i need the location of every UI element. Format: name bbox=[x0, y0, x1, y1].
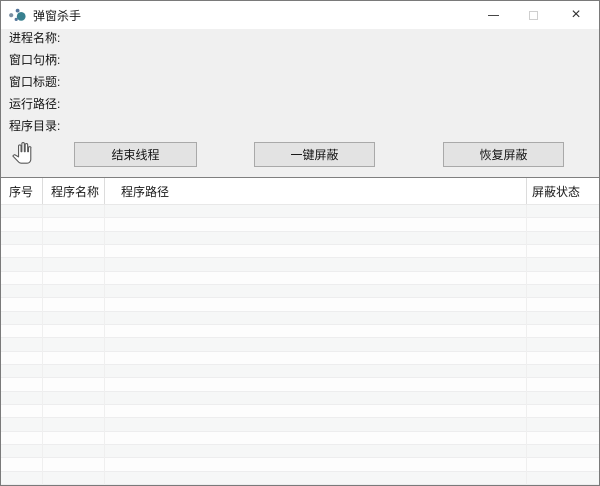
table-row bbox=[1, 458, 599, 471]
window-title: 弹窗杀手 bbox=[33, 7, 81, 24]
column-header-status[interactable]: 屏蔽状态 bbox=[527, 178, 599, 204]
end-thread-button[interactable]: 结束线程 bbox=[74, 142, 197, 167]
table-row bbox=[1, 445, 599, 458]
table-row bbox=[1, 365, 599, 378]
restore-block-button[interactable]: 恢复屏蔽 bbox=[443, 142, 564, 167]
close-icon: × bbox=[571, 7, 580, 23]
app-window: 弹窗杀手 × 进程名称: 窗口句柄: 窗口标题: 运行路径: 程序目录: 结束线… bbox=[0, 0, 600, 486]
label-run-path: 运行路径: bbox=[9, 97, 60, 112]
table-row bbox=[1, 352, 599, 365]
table-row bbox=[1, 258, 599, 271]
title-bar[interactable]: 弹窗杀手 × bbox=[1, 1, 599, 29]
table-row bbox=[1, 338, 599, 351]
table-header: 序号 程序名称 程序路径 屏蔽状态 bbox=[1, 178, 599, 205]
table-row bbox=[1, 405, 599, 418]
table-row bbox=[1, 378, 599, 391]
minimize-button[interactable] bbox=[473, 1, 513, 29]
column-separator bbox=[104, 205, 105, 485]
label-window-title: 窗口标题: bbox=[9, 75, 60, 90]
table-row bbox=[1, 325, 599, 338]
label-window-handle: 窗口句柄: bbox=[9, 53, 60, 68]
hand-icon bbox=[10, 141, 34, 168]
column-separator bbox=[42, 205, 43, 485]
caption-buttons: × bbox=[473, 1, 599, 29]
table-row bbox=[1, 418, 599, 431]
column-header-index[interactable]: 序号 bbox=[1, 178, 43, 204]
block-all-button[interactable]: 一键屏蔽 bbox=[254, 142, 375, 167]
table-row bbox=[1, 205, 599, 218]
label-process-name: 进程名称: bbox=[9, 31, 60, 46]
table-row bbox=[1, 218, 599, 231]
table-row bbox=[1, 232, 599, 245]
table-row bbox=[1, 272, 599, 285]
maximize-button[interactable] bbox=[513, 1, 553, 29]
table-row bbox=[1, 472, 599, 485]
app-icon bbox=[8, 6, 28, 24]
table-row bbox=[1, 245, 599, 258]
table-row bbox=[1, 298, 599, 311]
column-header-path[interactable]: 程序路径 bbox=[105, 178, 527, 204]
close-button[interactable]: × bbox=[553, 1, 599, 29]
column-header-name[interactable]: 程序名称 bbox=[43, 178, 105, 204]
hand-finder-tool[interactable] bbox=[10, 141, 36, 169]
minimize-icon bbox=[488, 15, 499, 16]
table-row bbox=[1, 285, 599, 298]
column-separator bbox=[526, 205, 527, 485]
table-row bbox=[1, 432, 599, 445]
process-table: 序号 程序名称 程序路径 屏蔽状态 bbox=[1, 177, 599, 486]
label-program-dir: 程序目录: bbox=[9, 119, 60, 134]
table-row bbox=[1, 392, 599, 405]
maximize-icon bbox=[529, 11, 538, 20]
table-row bbox=[1, 312, 599, 325]
table-body[interactable] bbox=[1, 205, 599, 485]
